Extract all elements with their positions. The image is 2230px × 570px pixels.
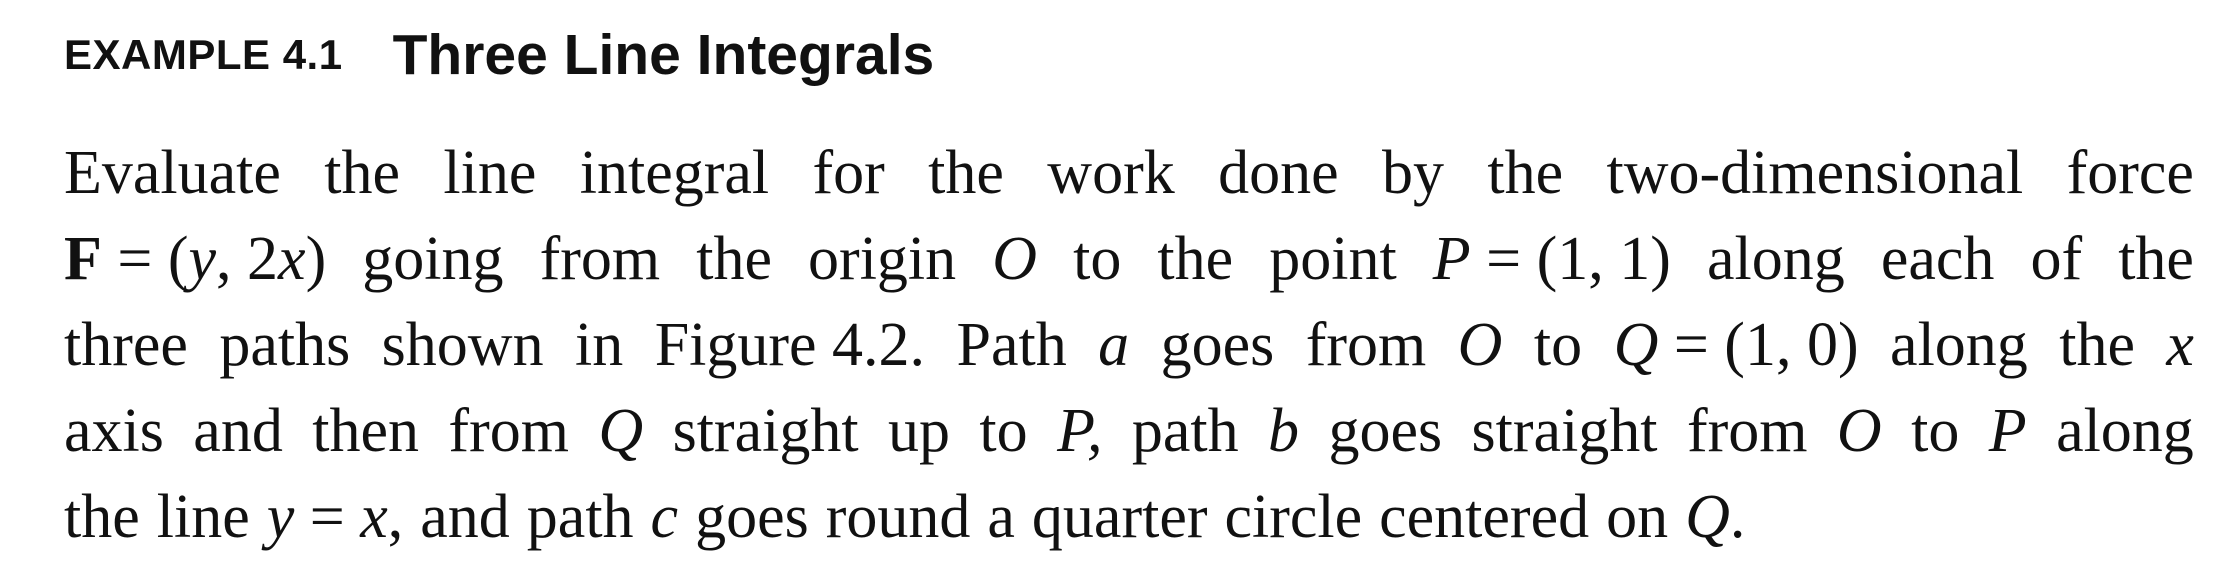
word: and [193, 397, 283, 465]
example-title: Three Line Integrals [392, 23, 935, 87]
word: the [1157, 225, 1234, 293]
word: axis [64, 397, 164, 465]
word: force [2066, 139, 2194, 207]
math-line-equation: y = x, [266, 483, 404, 551]
example-heading: EXAMPLE 4.1 Three Line Integrals [64, 20, 934, 90]
math-symbol: Q [598, 397, 644, 465]
math-symbol: a [1098, 311, 1130, 379]
word: path [526, 483, 634, 551]
word: three [64, 311, 188, 379]
word: each [1880, 225, 1995, 293]
word: round [825, 483, 971, 551]
word: Evaluate [64, 139, 281, 207]
word: goes [1160, 311, 1275, 379]
word: the [2118, 225, 2194, 293]
word: up [887, 397, 950, 465]
word: the [64, 483, 140, 551]
math-force-definition: F = (y, 2x) [64, 225, 327, 293]
math-symbol: O [1457, 311, 1503, 379]
word: to [979, 397, 1028, 465]
word: line [443, 139, 537, 207]
word: from [1686, 397, 1808, 465]
word: to [1073, 225, 1122, 293]
word: point [1269, 225, 1397, 293]
word: integral [579, 139, 770, 207]
word: then [312, 397, 419, 465]
math-symbol: b [1268, 397, 1300, 465]
math-symbol: c [650, 483, 679, 551]
word: straight [672, 397, 859, 465]
text-line-4: axis and then from Q straight up to P, p… [64, 388, 2194, 474]
text-line-3: three paths shown in Figure 4.2. Path a … [64, 302, 2194, 388]
math-point-p: P = (1, 1) [1432, 225, 1671, 293]
word: a [987, 483, 1015, 551]
text-line-2: F = (y, 2x) going from the origin O to t… [64, 216, 2194, 302]
word: from [539, 225, 661, 293]
word: along [1706, 225, 1845, 293]
word: straight [1471, 397, 1658, 465]
word: the [2059, 311, 2135, 379]
math-symbol: P, [1057, 397, 1103, 465]
math-point-q: Q = (1, 0) [1613, 311, 1859, 379]
example-label: EXAMPLE 4.1 [64, 31, 343, 78]
word: the [1487, 139, 1564, 207]
math-symbol-q: Q. [1685, 483, 1746, 551]
figure-reference: Figure 4.2. [654, 311, 926, 379]
word: circle [1224, 483, 1363, 551]
word: in [575, 311, 624, 379]
word: from [1305, 311, 1427, 379]
word: the [324, 139, 401, 207]
word: along [1890, 311, 2028, 379]
word: quarter [1031, 483, 1208, 551]
text-line-5: the line y = x, and path c goes round a … [64, 474, 2194, 560]
problem-statement: Evaluate the line integral for the work … [64, 130, 2194, 560]
word: work [1047, 139, 1175, 207]
word: on [1606, 483, 1669, 551]
word: the [928, 139, 1004, 207]
word: for [812, 139, 885, 207]
word: line [156, 483, 250, 551]
word: goes [695, 483, 809, 551]
word: shown [381, 311, 544, 379]
math-symbol: x [2166, 311, 2194, 379]
word: goes [1328, 397, 1443, 465]
word: done [1218, 139, 1339, 207]
math-symbol: P [1988, 397, 2027, 465]
word: two-dimensional [1606, 139, 2024, 207]
word: and [420, 483, 510, 551]
word: paths [219, 311, 351, 379]
word: going [362, 225, 504, 293]
math-symbol: O [992, 225, 1038, 293]
word: origin [808, 225, 957, 293]
word: along [2056, 397, 2194, 465]
word: Path [956, 311, 1067, 379]
word: to [1911, 397, 1960, 465]
word: of [2030, 225, 2083, 293]
word: centered [1379, 483, 1590, 551]
word: to [1533, 311, 1583, 379]
math-symbol: O [1836, 397, 1882, 465]
word: path [1131, 397, 1239, 465]
text-line-1: Evaluate the line integral for the work … [64, 130, 2194, 216]
word: the [696, 225, 772, 293]
word: by [1382, 139, 1444, 207]
word: from [448, 397, 569, 465]
